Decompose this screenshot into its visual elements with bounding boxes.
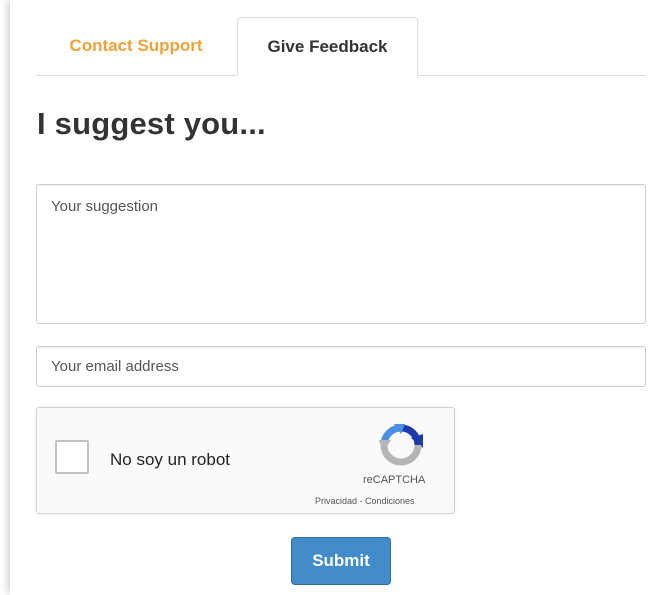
tab-contact-support[interactable]: Contact Support — [36, 17, 236, 75]
terms-link[interactable]: Condiciones — [365, 496, 415, 506]
tab-bar: Contact Support Give Feedback — [36, 17, 646, 76]
recaptcha-links: Privacidad - Condiciones — [315, 496, 415, 506]
submit-button[interactable]: Submit — [291, 537, 391, 585]
email-field[interactable] — [36, 346, 646, 387]
links-separator: - — [357, 496, 366, 506]
recaptcha-brand: reCAPTCHA — [363, 474, 426, 486]
recaptcha-checkbox[interactable] — [55, 440, 89, 474]
tab-give-feedback[interactable]: Give Feedback — [237, 17, 418, 76]
recaptcha-logo-icon — [379, 424, 423, 466]
privacy-link[interactable]: Privacidad — [315, 496, 357, 506]
recaptcha-widget: No soy un robot reCAPTCHA Privacidad - C… — [36, 407, 455, 514]
recaptcha-checkbox-label: No soy un robot — [110, 450, 231, 469]
page-title: I suggest you... — [37, 106, 266, 141]
suggestion-field[interactable] — [36, 184, 646, 324]
